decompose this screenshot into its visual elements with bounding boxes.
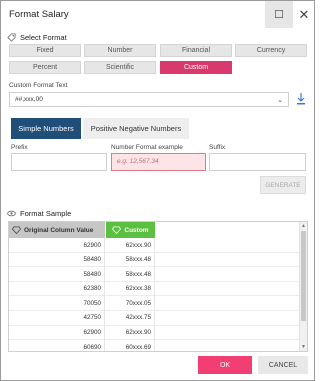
format-option-percent[interactable]: Percent bbox=[9, 61, 81, 74]
scroll-up-icon[interactable]: ▲ bbox=[301, 223, 306, 229]
close-button[interactable]: ✕ bbox=[290, 1, 318, 28]
diamond-icon bbox=[112, 226, 122, 234]
format-sample-heading: Format Sample bbox=[7, 209, 71, 218]
table-row[interactable]: 70050 70xxx.05 bbox=[9, 296, 301, 311]
cancel-button[interactable]: CANCEL bbox=[258, 356, 308, 374]
number-format-example-input[interactable]: e.g. 12,567.34 bbox=[111, 153, 206, 171]
grid-scrollbar[interactable]: ▲ ▼ bbox=[299, 222, 307, 351]
apply-format-icon[interactable] bbox=[294, 91, 308, 107]
format-option-scientific[interactable]: Scientific bbox=[84, 61, 156, 74]
format-sample-grid: Original Column Value Custom 62900 62xxx.… bbox=[8, 221, 308, 352]
diamond-icon bbox=[12, 226, 21, 234]
custom-format-select[interactable]: ##,xxx,00 ⌄ bbox=[9, 92, 289, 107]
format-sample-title: Format Sample bbox=[20, 209, 72, 218]
generate-button[interactable]: GENERATE bbox=[260, 176, 306, 194]
custom-value-cell: 42xxx.75 bbox=[105, 310, 155, 325]
format-option-number[interactable]: Number bbox=[84, 44, 156, 57]
dialog-title: Format Salary bbox=[9, 9, 69, 20]
custom-value-cell: 58xxx.48 bbox=[105, 267, 155, 282]
table-row[interactable]: 62380 62xxx.38 bbox=[9, 281, 301, 297]
custom-value-cell: 62xxx.90 bbox=[105, 238, 155, 252]
format-option-custom[interactable]: Custom bbox=[160, 61, 232, 74]
original-value-cell: 58480 bbox=[9, 252, 105, 267]
format-option-fixed[interactable]: Fixed bbox=[9, 44, 81, 57]
format-dialog: Format Salary ☐ ✕ Select Format Fixed Nu… bbox=[0, 0, 315, 381]
column-header-custom-label: Custom bbox=[124, 226, 149, 234]
grid-header: Original Column Value Custom bbox=[9, 222, 155, 238]
table-row[interactable]: 58480 58xxx.48 bbox=[9, 267, 301, 282]
original-value-cell: 70050 bbox=[9, 296, 105, 311]
select-format-heading: Select Format bbox=[7, 33, 67, 42]
custom-value-cell: 70xxx.05 bbox=[105, 296, 155, 311]
custom-value-cell: 62xxx.38 bbox=[105, 281, 155, 296]
tab-simple-numbers[interactable]: Simple Numbers bbox=[11, 118, 81, 139]
table-row[interactable]: 42750 42xxx.75 bbox=[9, 310, 301, 326]
scroll-down-icon[interactable]: ▼ bbox=[301, 344, 306, 350]
eye-icon bbox=[7, 210, 16, 217]
maximize-button[interactable]: ☐ bbox=[265, 1, 293, 28]
scrollbar-thumb[interactable] bbox=[301, 231, 306, 321]
example-placeholder: e.g. 12,567.34 bbox=[117, 158, 159, 165]
select-format-title: Select Format bbox=[20, 33, 67, 42]
suffix-label: Suffix bbox=[209, 144, 226, 151]
original-value-cell: 62900 bbox=[9, 325, 105, 340]
chevron-down-icon: ⌄ bbox=[277, 97, 283, 104]
tag-icon bbox=[7, 33, 16, 42]
original-value-cell: 60690 bbox=[9, 340, 105, 351]
table-row[interactable]: 62900 62xxx.90 bbox=[9, 325, 301, 341]
original-value-cell: 62380 bbox=[9, 281, 105, 296]
original-value-cell: 58480 bbox=[9, 267, 105, 282]
table-row[interactable]: 62900 62xxx.90 bbox=[9, 238, 301, 253]
custom-value-cell: 60xxx.69 bbox=[105, 340, 155, 351]
column-header-custom[interactable]: Custom bbox=[105, 222, 155, 238]
prefix-label: Prefix bbox=[11, 144, 28, 151]
original-value-cell: 42750 bbox=[9, 310, 105, 325]
format-option-currency[interactable]: Currency bbox=[235, 44, 307, 57]
custom-format-label: Custom Format Text bbox=[9, 82, 68, 89]
custom-value-cell: 58xxx.48 bbox=[105, 252, 155, 267]
ok-button[interactable]: OK bbox=[198, 356, 252, 374]
column-header-original[interactable]: Original Column Value bbox=[9, 222, 105, 238]
tab-positive-negative-numbers[interactable]: Positive Negative Numbers bbox=[83, 118, 189, 139]
prefix-input[interactable] bbox=[11, 153, 107, 171]
table-row[interactable]: 60690 60xxx.69 bbox=[9, 340, 301, 351]
custom-value-cell: 62xxx.90 bbox=[105, 325, 155, 340]
format-option-financial[interactable]: Financial bbox=[160, 44, 232, 57]
custom-format-value: ##,xxx,00 bbox=[15, 96, 43, 103]
original-value-cell: 62900 bbox=[9, 238, 105, 252]
grid-rows: 62900 62xxx.90 58480 58xxx.48 58480 58xxx.48 6… bbox=[9, 238, 301, 351]
example-label: Number Format example bbox=[111, 144, 183, 151]
table-row[interactable]: 58480 58xxx.48 bbox=[9, 252, 301, 268]
suffix-input[interactable] bbox=[209, 153, 306, 171]
column-header-original-label: Original Column Value bbox=[24, 226, 94, 234]
